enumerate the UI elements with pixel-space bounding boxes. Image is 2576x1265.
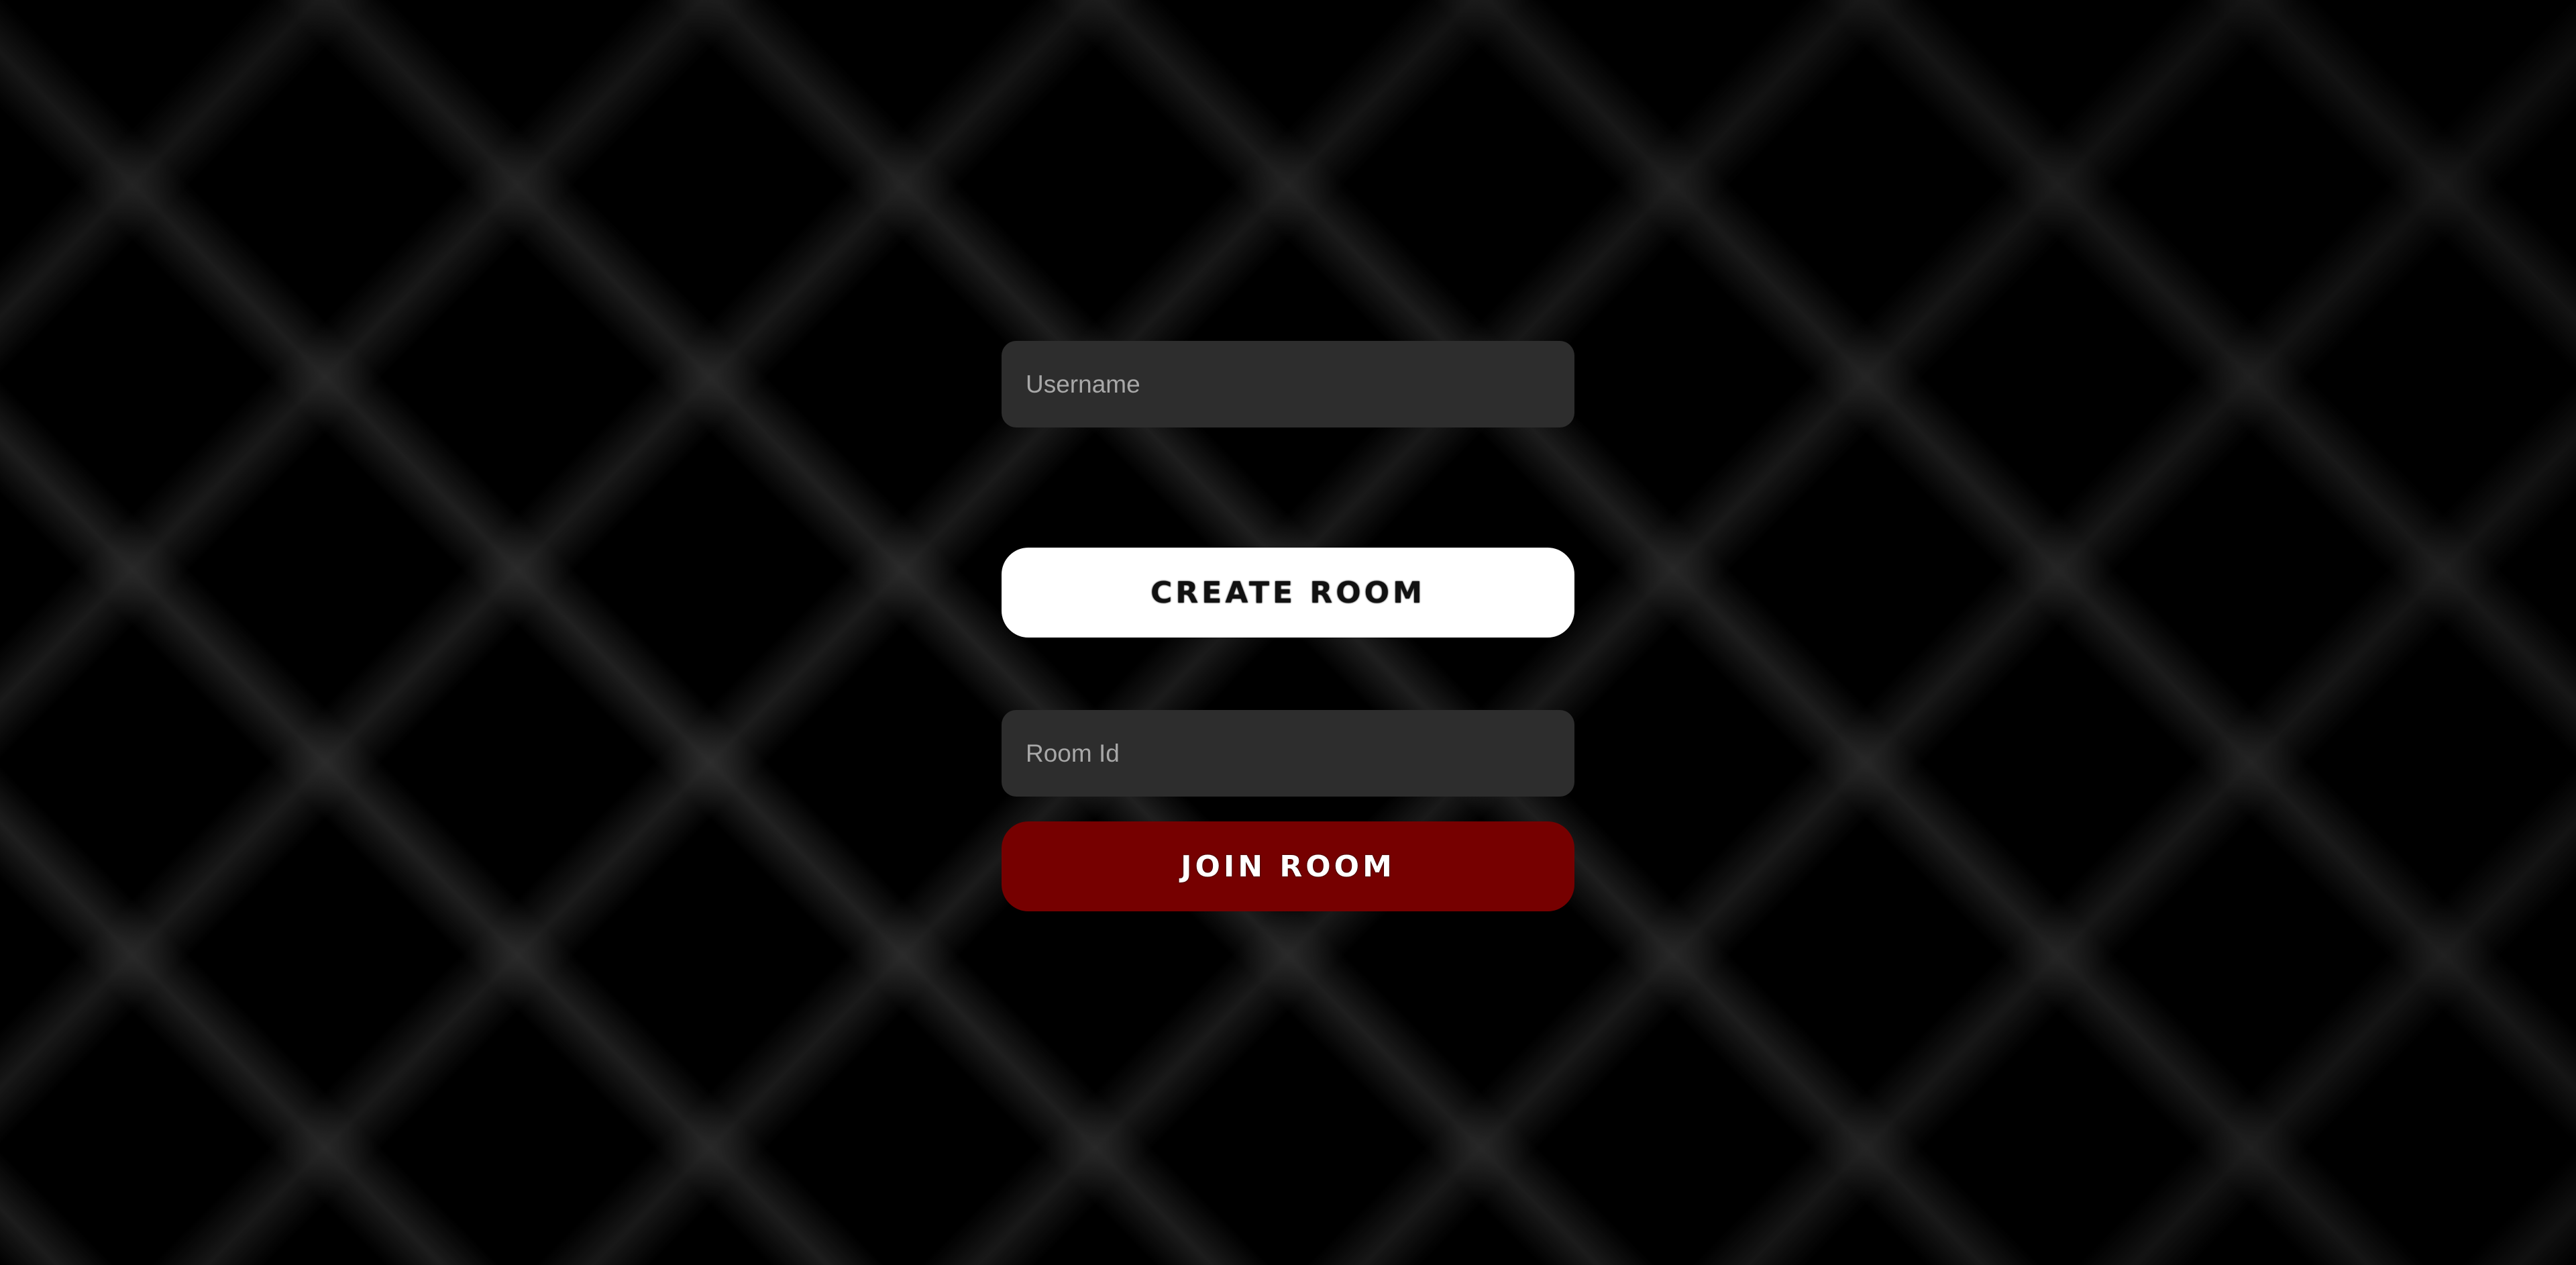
create-room-button[interactable]: CREATE ROOM <box>1002 548 1574 638</box>
join-room-button[interactable]: JOIN ROOM <box>1002 821 1574 911</box>
room-id-input[interactable] <box>1002 710 1574 797</box>
room-form: CREATE ROOM JOIN ROOM <box>1002 341 1574 911</box>
username-input[interactable] <box>1002 341 1574 427</box>
